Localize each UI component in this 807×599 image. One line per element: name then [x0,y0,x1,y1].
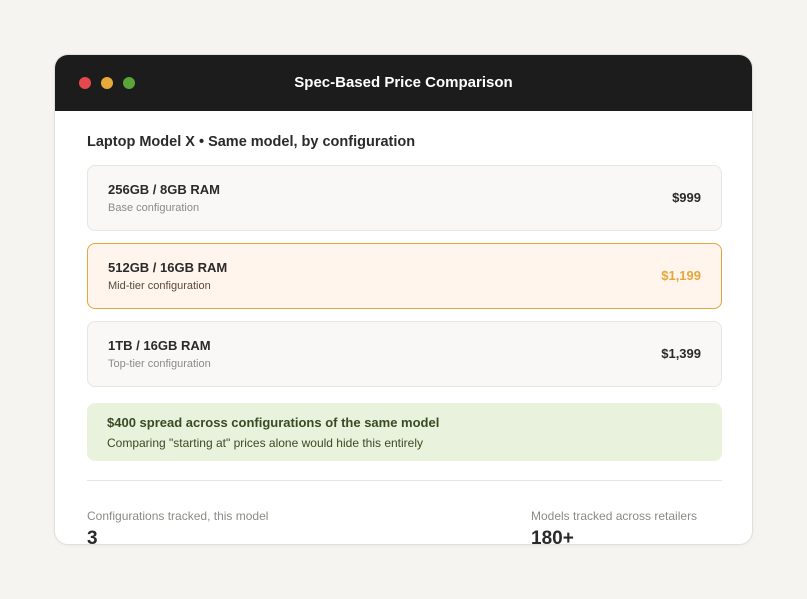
config-card-mid[interactable]: 512GB / 16GB RAM Mid-tier configuration … [87,243,722,309]
config-spec: 512GB / 16GB RAM [108,260,228,275]
stat-models: Models tracked across retailers 180+ [531,509,698,545]
config-card-top[interactable]: 1TB / 16GB RAM Top-tier configuration $1… [87,321,722,387]
config-spec: 1TB / 16GB RAM [108,338,211,353]
config-spec: 256GB / 8GB RAM [108,182,220,197]
stat-value: 180+ [531,528,574,545]
stat-label: Models tracked across retailers [531,509,698,523]
window-title: Spec-Based Price Comparison [294,74,513,91]
app-window: Spec-Based Price Comparison Laptop Model… [54,54,753,545]
config-description: Mid-tier configuration [108,280,211,292]
stat-value: 3 [87,528,98,545]
divider [87,480,722,481]
stat-configurations: Configurations tracked, this model 3 [87,509,269,545]
summary-note: Comparing "starting at" prices alone wou… [107,436,424,450]
config-price: $1,199 [661,268,701,283]
config-card-base[interactable]: 256GB / 8GB RAM Base configuration $999 [87,165,722,231]
summary-headline: $400 spread across configurations of the… [107,415,440,430]
config-price: $999 [672,190,701,205]
title-bar: Spec-Based Price Comparison [55,55,752,111]
config-description: Top-tier configuration [108,358,211,370]
section-heading: Laptop Model X • Same model, by configur… [87,134,416,150]
config-price: $1,399 [661,346,701,361]
price-spread-summary: $400 spread across configurations of the… [87,403,722,461]
stat-label: Configurations tracked, this model [87,509,269,523]
main-content: Laptop Model X • Same model, by configur… [87,111,722,544]
config-description: Base configuration [108,202,200,214]
